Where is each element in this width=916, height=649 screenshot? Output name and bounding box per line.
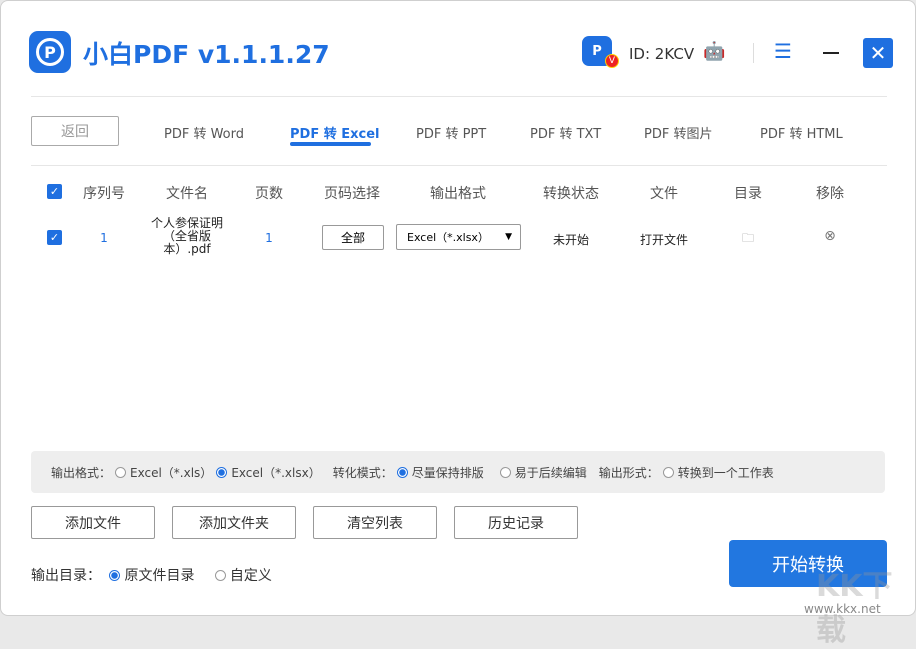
radio-keep-layout[interactable]: [396, 466, 408, 478]
watermark-url: www.kkx.net: [804, 602, 881, 616]
minimize-button[interactable]: [823, 52, 839, 54]
tab-pdf-word[interactable]: PDF 转 Word: [164, 123, 244, 142]
app-title: 小白PDF v1.1.1.27: [83, 40, 330, 69]
tab-pdf-excel[interactable]: PDF 转 Excel: [290, 123, 380, 142]
options-bar: 输出格式： Excel（*.xls） Excel（*.xlsx） 转化模式： 尽…: [31, 451, 885, 493]
app-logo: P: [29, 31, 71, 73]
open-file-link[interactable]: 打开文件: [640, 231, 688, 248]
radio-xls[interactable]: [115, 466, 127, 478]
header-format: 输出格式: [430, 186, 486, 202]
app-window: P 小白PDF v1.1.1.27 P V ID: 2KCV 🤖 ☰ ✕ 返回 …: [0, 0, 916, 648]
add-file-button[interactable]: 添加文件: [31, 506, 155, 539]
radio-xlsx[interactable]: [216, 466, 228, 478]
add-folder-button[interactable]: 添加文件夹: [172, 506, 296, 539]
radio-easy-edit[interactable]: [499, 466, 511, 478]
select-all-checkbox[interactable]: ✓: [47, 184, 62, 199]
clear-list-button[interactable]: 清空列表: [313, 506, 437, 539]
header-status: 转换状态: [543, 186, 599, 202]
back-button[interactable]: 返回: [31, 116, 119, 146]
radio-original-dir[interactable]: [109, 570, 121, 581]
robot-support-icon[interactable]: 🤖: [703, 41, 725, 62]
header-remove: 移除: [816, 186, 844, 202]
vip-badge: V: [605, 54, 619, 68]
row-status: 未开始: [552, 233, 590, 247]
header-directory: 目录: [734, 186, 762, 202]
radio-custom-dir[interactable]: [214, 570, 226, 581]
folder-icon[interactable]: 🗀: [742, 229, 754, 250]
format-select[interactable]: Excel（*.xlsx） ▼: [396, 224, 521, 250]
row-filename: 个人参保证明（全省版本）.pdf: [150, 216, 223, 256]
tab-pdf-txt[interactable]: PDF 转 TXT: [530, 123, 601, 142]
output-directory: 输出目录： 原文件目录 自定义: [31, 568, 272, 584]
row-index: 1: [100, 231, 108, 245]
tab-pdf-ppt[interactable]: PDF 转 PPT: [416, 123, 486, 142]
header-page-select: 页码选择: [324, 186, 380, 202]
user-id: ID: 2KCV: [629, 45, 695, 63]
active-tab-indicator: [290, 142, 371, 146]
header-index: 序列号: [83, 186, 125, 202]
history-button[interactable]: 历史记录: [454, 506, 578, 539]
tab-pdf-html[interactable]: PDF 转 HTML: [760, 123, 843, 142]
divider: [31, 165, 887, 166]
divider: [753, 43, 754, 63]
row-checkbox[interactable]: ✓: [47, 230, 62, 245]
page-select-button[interactable]: 全部: [322, 225, 384, 250]
menu-icon[interactable]: ☰: [774, 39, 792, 63]
header-pages: 页数: [255, 186, 283, 202]
close-button[interactable]: ✕: [863, 38, 893, 68]
dropdown-arrow-icon: ▼: [505, 232, 512, 242]
row-pages: 1: [265, 231, 273, 245]
radio-one-sheet[interactable]: [662, 466, 674, 478]
header-file: 文件: [650, 186, 678, 202]
header-filename: 文件名: [166, 186, 208, 202]
tab-pdf-image[interactable]: PDF 转图片: [644, 123, 712, 142]
divider: [31, 96, 887, 97]
remove-icon[interactable]: ⊗: [824, 228, 836, 244]
